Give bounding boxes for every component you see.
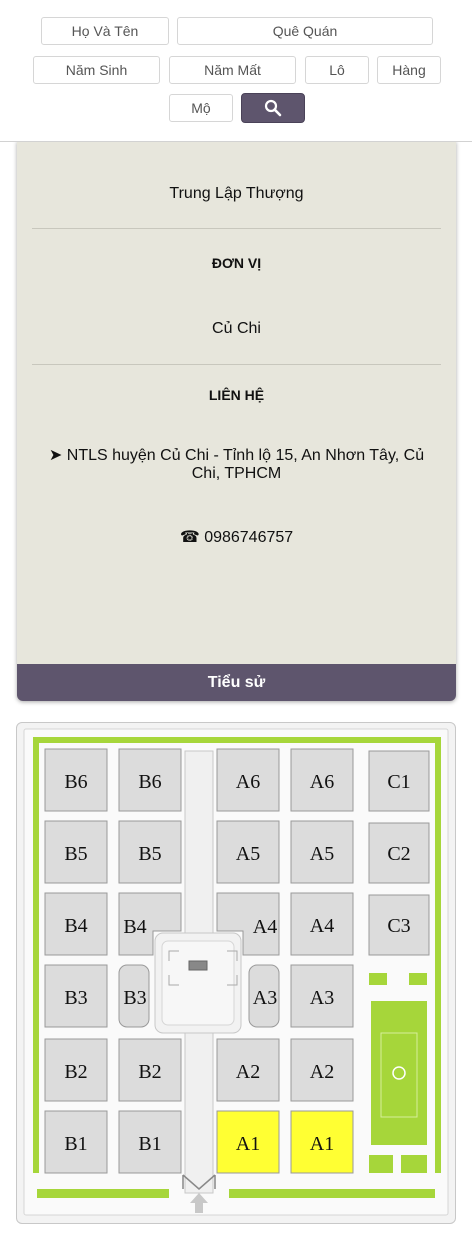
plot-c2[interactable]: C2 [368, 822, 430, 884]
plot-a3b[interactable]: A3 [290, 964, 354, 1028]
plot-a2a[interactable]: A2 [216, 1038, 280, 1102]
svg-text:A1: A1 [236, 1133, 260, 1155]
svg-text:B6: B6 [64, 771, 87, 793]
svg-text:C2: C2 [387, 843, 410, 865]
svg-text:A4: A4 [310, 915, 334, 937]
plot-b3a[interactable]: B3 [44, 964, 108, 1028]
cemetery-map-drawing: B6 B6 A6 A6 C1 B5 B5 A5 A5 C2 B4 B4 A4 A… [23, 728, 449, 1216]
name-input[interactable] [41, 17, 169, 45]
grave-input[interactable] [169, 94, 233, 122]
plot-b1b[interactable]: B1 [118, 1110, 182, 1174]
svg-text:A3: A3 [253, 987, 277, 1009]
plot-b3b[interactable]: B3 [118, 964, 150, 1028]
search-icon [264, 99, 282, 117]
plot-b5a[interactable]: B5 [44, 820, 108, 884]
plot-a6a[interactable]: A6 [216, 748, 280, 812]
plot-b6a[interactable]: B6 [44, 748, 108, 812]
hometown-input[interactable] [177, 17, 433, 45]
plot-b4a[interactable]: B4 [44, 892, 108, 956]
plot-a1b[interactable]: A1 [290, 1110, 354, 1174]
unit-value: Củ Chi [212, 320, 261, 337]
plot-a1a[interactable]: A1 [216, 1110, 280, 1174]
hedge-bottom-right [229, 1189, 435, 1198]
plot-b1a[interactable]: B1 [44, 1110, 108, 1174]
svg-text:A6: A6 [236, 771, 260, 793]
cemetery-map: B6 B6 A6 A6 C1 B5 B5 A5 A5 C2 B4 B4 A4 A… [16, 722, 456, 1224]
plot-a4b[interactable]: A4 [290, 892, 354, 956]
plot-a2b[interactable]: A2 [290, 1038, 354, 1102]
svg-text:A5: A5 [310, 843, 334, 865]
search-button[interactable] [241, 93, 305, 123]
svg-text:B4: B4 [64, 915, 87, 937]
garden-strip [409, 973, 427, 985]
monument [188, 960, 208, 971]
svg-text:A2: A2 [310, 1061, 334, 1083]
info-card: Trung Lập Thượng ĐƠN VỊ Củ Chi LIÊN HỆ ➤… [17, 141, 456, 701]
svg-text:B3: B3 [123, 987, 146, 1009]
svg-text:A5: A5 [236, 843, 260, 865]
garden-strip [401, 1155, 427, 1173]
svg-text:A1: A1 [310, 1133, 334, 1155]
svg-text:C3: C3 [387, 915, 410, 937]
svg-text:B2: B2 [138, 1061, 161, 1083]
plot-a6b[interactable]: A6 [290, 748, 354, 812]
svg-text:C1: C1 [387, 771, 410, 793]
row-input[interactable] [377, 56, 441, 84]
biography-button[interactable]: Tiểu sử [17, 664, 456, 701]
birth-year-input[interactable] [33, 56, 160, 84]
plot-b2a[interactable]: B2 [44, 1038, 108, 1102]
svg-text:A6: A6 [310, 771, 334, 793]
garden-strip [369, 1155, 393, 1173]
plot-b2b[interactable]: B2 [118, 1038, 182, 1102]
plot-c3[interactable]: C3 [368, 894, 430, 956]
svg-text:B5: B5 [64, 843, 87, 865]
svg-text:B1: B1 [138, 1133, 161, 1155]
hedge-right [435, 737, 441, 1173]
plot-b5b[interactable]: B5 [118, 820, 182, 884]
contact-phone: ☎ 0986746757 [179, 529, 294, 546]
divider [32, 228, 441, 229]
plot-c1[interactable]: C1 [368, 750, 430, 812]
death-year-input[interactable] [169, 56, 296, 84]
contact-label: LIÊN HỆ [208, 387, 265, 403]
svg-text:A4: A4 [253, 916, 277, 938]
divider [32, 364, 441, 365]
svg-text:A3: A3 [310, 987, 334, 1009]
search-panel [0, 0, 472, 142]
unit-label: ĐƠN VỊ [211, 255, 262, 271]
plot-a5b[interactable]: A5 [290, 820, 354, 884]
svg-text:B5: B5 [138, 843, 161, 865]
hedge-top [33, 737, 441, 743]
svg-text:B4: B4 [123, 916, 146, 938]
svg-text:A2: A2 [236, 1061, 260, 1083]
plot-a5a[interactable]: A5 [216, 820, 280, 884]
garden-bed [371, 1001, 427, 1145]
svg-text:B6: B6 [138, 771, 161, 793]
svg-text:B3: B3 [64, 987, 87, 1009]
plot-b6b[interactable]: B6 [118, 748, 182, 812]
hedge-bottom-left [37, 1189, 169, 1198]
contact-address: ➤ NTLS huyện Củ Chi - Tỉnh lộ 15, An Nhơ… [48, 447, 425, 482]
svg-text:B1: B1 [64, 1133, 87, 1155]
hedge-left [33, 737, 39, 1173]
garden-strip [369, 973, 387, 985]
lot-input[interactable] [305, 56, 369, 84]
plot-a3a[interactable]: A3 [248, 964, 280, 1028]
hometown-value: Trung Lập Thượng [169, 185, 304, 202]
svg-text:B2: B2 [64, 1061, 87, 1083]
